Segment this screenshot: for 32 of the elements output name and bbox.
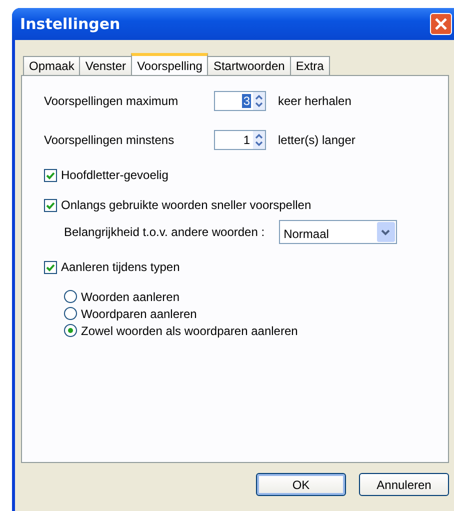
unit-label: letter(s) langer xyxy=(278,133,356,147)
spin-arrows-icon[interactable] xyxy=(253,92,265,110)
radio-button[interactable] xyxy=(64,307,77,320)
tab[interactable]: Startwoorden xyxy=(207,56,291,75)
tab[interactable]: Venster xyxy=(79,56,132,75)
dialog-button[interactable]: OK xyxy=(256,473,346,496)
checkbox[interactable] xyxy=(44,168,57,182)
radio-label: Woorden aanleren xyxy=(81,290,180,304)
spin-field[interactable]: 1 xyxy=(214,130,266,150)
radio-label: Woordparen aanleren xyxy=(81,306,197,320)
unit-label: keer herhalen xyxy=(278,94,352,108)
dropdown[interactable]: Normaal xyxy=(278,220,397,244)
checkbox[interactable] xyxy=(44,198,57,212)
radio-label: Zowel woorden als woordparen aanleren xyxy=(81,324,298,338)
dialog-button[interactable]: Annuleren xyxy=(359,473,449,496)
radio-button[interactable] xyxy=(64,324,77,337)
window-title: Instellingen xyxy=(20,15,120,33)
checkbox[interactable] xyxy=(44,260,57,274)
tab[interactable]: Voorspelling xyxy=(131,53,208,75)
tab[interactable]: Extra xyxy=(290,56,330,75)
close-icon xyxy=(434,17,448,31)
checkbox-label: Aanleren tijdens typen xyxy=(61,260,180,274)
checkbox-label: Onlangs gebruikte woorden sneller voorspellen xyxy=(61,198,312,212)
spin-field[interactable]: 3 xyxy=(214,91,266,111)
radio-button[interactable] xyxy=(64,290,77,303)
close-button[interactable] xyxy=(430,13,452,35)
tab[interactable]: Opmaak xyxy=(23,56,80,75)
setting-label: Belangrijkheid t.o.v. andere woorden : xyxy=(64,225,265,239)
spin-arrows-icon[interactable] xyxy=(253,131,265,149)
setting-label: Voorspellingen minstens xyxy=(44,133,176,147)
checkbox-label: Hoofdletter-gevoelig xyxy=(61,168,168,182)
setting-label: Voorspellingen maximum xyxy=(44,94,180,108)
